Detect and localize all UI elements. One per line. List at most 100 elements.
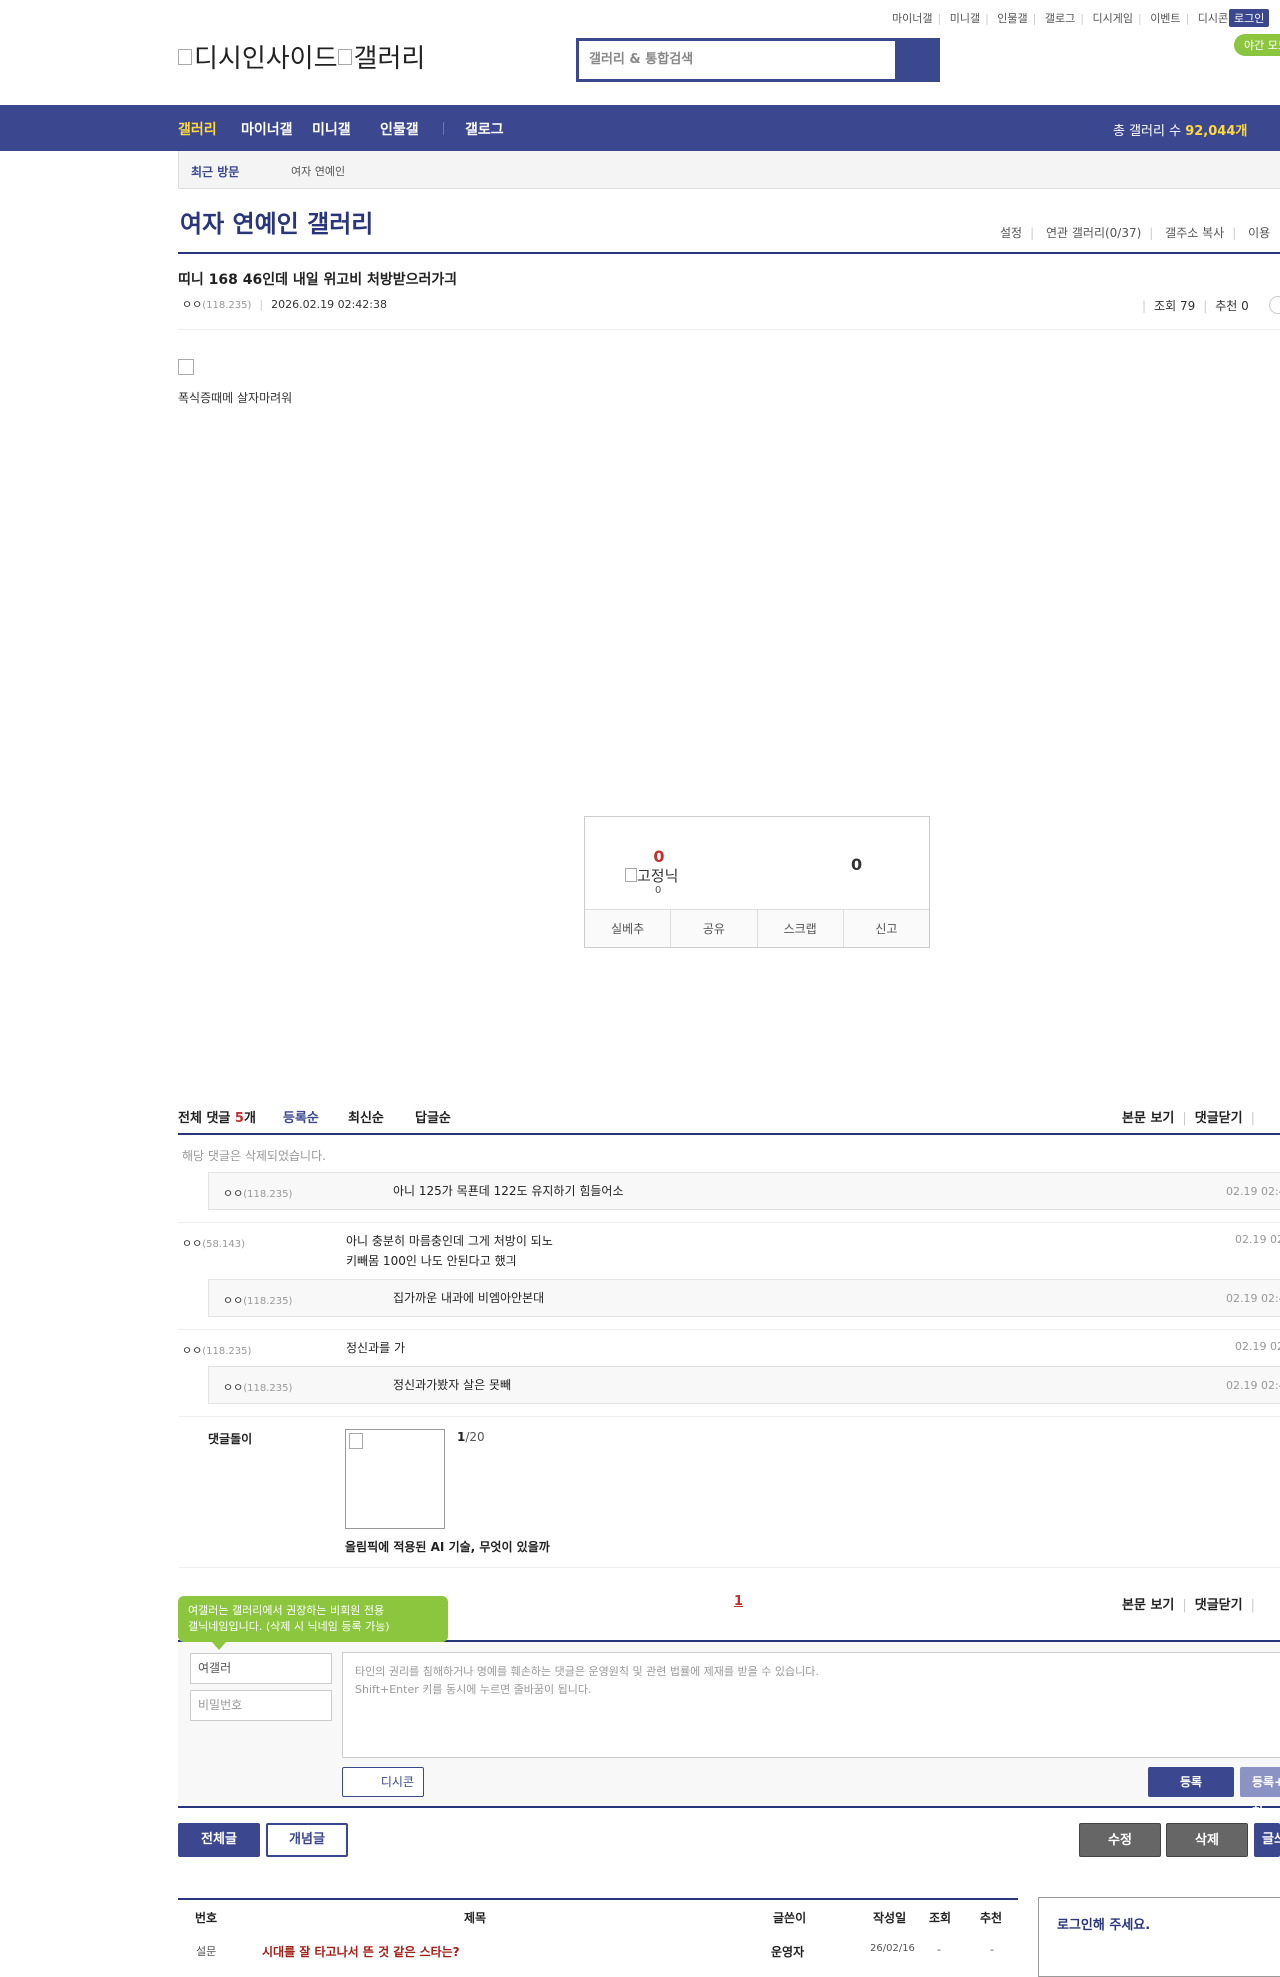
login-box: 로그인해 주세요. — [1038, 1897, 1280, 1977]
comment-writer[interactable]: ㅇㅇ(58.143) — [182, 1235, 245, 1251]
comment-writer[interactable]: ㅇㅇ(118.235) — [182, 1342, 251, 1358]
close-comments-link[interactable]: 댓글닫기 — [1195, 1111, 1243, 1126]
gallery-title[interactable]: 여자 연예인 갤러리 — [180, 204, 373, 239]
list-header-num: 번호 — [195, 1911, 218, 1925]
gnb-minor[interactable]: 마이너갤 — [241, 119, 293, 139]
divider — [178, 1329, 1280, 1330]
report-button[interactable]: 신고 — [843, 910, 929, 947]
list-row-date: 26/02/16 — [870, 1943, 915, 1954]
util-link-event[interactable]: 이벤트 — [1150, 12, 1180, 25]
edit-button[interactable]: 수정 — [1079, 1823, 1161, 1857]
search-button[interactable] — [895, 41, 937, 79]
comment-reply: ㅇㅇ(118.235) 정신과가봤자 살은 못빼 02.19 02:46 — [208, 1366, 1280, 1404]
util-link-person[interactable]: 인물갤 — [997, 12, 1027, 25]
recent-visit-item[interactable]: 여자 연예인 — [291, 163, 345, 179]
recommend-down-count: 0 — [851, 855, 863, 874]
comment-writer[interactable]: ㅇㅇ(118.235) — [223, 1379, 292, 1395]
share-button[interactable]: 공유 — [671, 910, 758, 947]
util-link-minor[interactable]: 마이너갤 — [892, 12, 932, 25]
divider — [178, 1222, 1280, 1223]
logo-alt-gallery: 갤러리 — [353, 44, 426, 74]
broken-image-icon — [178, 49, 192, 65]
gnb-person[interactable]: 인물갤 — [380, 119, 419, 139]
comment-date: 02.19 02:43 — [1226, 1185, 1280, 1198]
list-row-title[interactable]: 시대를 잘 타고나서 뜬 것 같은 스타는? — [262, 1943, 460, 1960]
all-posts-button[interactable]: 전체글 — [178, 1823, 260, 1857]
sort-tab-latest[interactable]: 최신순 — [348, 1107, 384, 1126]
list-top-border — [178, 1898, 1018, 1900]
list-row-writer[interactable]: 운영자 — [771, 1943, 804, 1960]
comment-text: 정신과가봤자 살은 못빼 — [393, 1378, 512, 1392]
more-options-button[interactable] — [1269, 296, 1280, 314]
nickname-input[interactable]: 여갤러 — [190, 1653, 332, 1684]
util-link-gallog[interactable]: 갤로그 — [1045, 12, 1075, 25]
concept-posts-button[interactable]: 개념글 — [266, 1823, 348, 1857]
list-header-writer: 글쓴이 — [773, 1911, 807, 1925]
util-link-game[interactable]: 디시게임 — [1092, 12, 1132, 25]
comment-writer[interactable]: ㅇㅇ(118.235) — [223, 1292, 292, 1308]
comment-dol-label: 댓글돌이 — [208, 1432, 253, 1446]
recommend-actions: 실베추 공유 스크랩 신고 — [585, 909, 929, 947]
search-input[interactable]: 갤러리 & 통합검색 — [579, 41, 897, 79]
gnb-gallery[interactable]: 갤러리 — [178, 119, 217, 139]
delete-button[interactable]: 삭제 — [1166, 1823, 1248, 1857]
fixed-nick-recommend: 고정닉 — [625, 865, 678, 886]
close-comments-link[interactable]: 댓글닫기 — [1195, 1598, 1243, 1613]
write-button[interactable]: 글쓰기 — [1254, 1823, 1280, 1857]
login-prompt[interactable]: 로그인해 주세요. — [1057, 1914, 1150, 1933]
comment-date: 02.19 02:44 — [1235, 1233, 1280, 1246]
recent-visit-label: 최근 방문 — [191, 165, 240, 179]
view-count: 조회 79 — [1154, 299, 1196, 313]
post-body: 폭식증때메 살자마려워 — [178, 391, 293, 405]
divider — [178, 1416, 1280, 1417]
comment-writer[interactable]: ㅇㅇ(118.235) — [223, 1185, 292, 1201]
comment-dol-caption[interactable]: 올림픽에 적용된 AI 기술, 무엇이 있을까 — [345, 1538, 550, 1555]
util-link-dccon[interactable]: 디시콘 — [1198, 12, 1228, 25]
recommend-up-count: 0 — [653, 847, 665, 866]
util-links: 마이너갤 | 미니갤 | 인물갤 | 갤로그 | 디시게임 | 이벤트 | 디시콘 — [892, 12, 1229, 25]
usage-link[interactable]: 이용 — [1248, 226, 1270, 240]
comment-date: 02.19 02:46 — [1226, 1379, 1280, 1392]
list-header-recs: 추천 — [980, 1911, 1003, 1925]
list-header-views: 조회 — [929, 1911, 952, 1925]
comment-total: 전체 댓글 5개 — [178, 1111, 256, 1126]
site-logo[interactable]: 디시인사이드 갤러리 — [178, 38, 425, 75]
post-writer[interactable]: ㅇㅇ(118.235) | 2026.02.19 02:42:38 — [182, 296, 387, 312]
related-gallery-link[interactable]: 연관 갤러리(0/37) — [1046, 226, 1141, 240]
gnb-gallog[interactable]: 갤로그 — [465, 119, 504, 139]
comment-dol-image[interactable] — [345, 1429, 445, 1529]
util-link-mini[interactable]: 미니갤 — [950, 12, 980, 25]
silbe-recommend-button[interactable]: 실베추 — [585, 910, 672, 947]
night-mode-button[interactable]: 야간 모드 — [1234, 34, 1280, 56]
divider — [178, 1133, 1280, 1135]
global-nav: 갤러리 마이너갤 미니갤 인물갤 갤로그 총 갤러리 수 92,044개 — [0, 105, 1280, 151]
broken-image-icon — [337, 49, 352, 65]
scrap-button[interactable]: 스크랩 — [757, 910, 844, 947]
comment-text: 집가까운 내과에 비엠아안본대 — [393, 1291, 545, 1305]
copy-address-link[interactable]: 갤주소 복사 — [1165, 226, 1224, 240]
view-body-link[interactable]: 본문 보기 — [1122, 1598, 1174, 1613]
sort-tab-registered[interactable]: 등록순 — [283, 1107, 319, 1126]
dccon-button[interactable]: 디시콘 — [342, 1767, 424, 1797]
comment-reply: ㅇㅇ(118.235) 아니 125가 목푠데 122도 유지하기 힘들어소 0… — [208, 1172, 1280, 1210]
recent-visit-bar: 최근 방문 여자 연예인 — [178, 151, 1280, 189]
login-button[interactable]: 로그인 — [1229, 9, 1270, 27]
post-date: 2026.02.19 02:42:38 — [271, 298, 388, 311]
sort-tab-replies[interactable]: 답글순 — [415, 1107, 451, 1126]
divider — [178, 252, 1280, 254]
comment-date: 02.19 02:44 — [1226, 1292, 1280, 1305]
gnb-mini[interactable]: 미니갤 — [312, 119, 351, 139]
list-header-date: 작성일 — [873, 1911, 907, 1925]
list-row-views: - — [937, 1943, 941, 1956]
gallery-settings-link[interactable]: 설정 — [1000, 226, 1022, 240]
comment-textarea[interactable]: 타인의 권리를 침해하거나 명예를 훼손하는 댓글은 운영원칙 및 관련 법률에… — [342, 1652, 1280, 1758]
register-button[interactable]: 등록 — [1148, 1767, 1234, 1797]
broken-image-icon — [349, 1433, 363, 1449]
view-body-link[interactable]: 본문 보기 — [1122, 1111, 1174, 1126]
comment-page-1[interactable]: 1 — [734, 1594, 743, 1609]
comment-bottom-links: 본문 보기 | 댓글닫기 | — [1122, 1598, 1255, 1613]
register-recommend-button[interactable]: 등록+추천 — [1240, 1767, 1280, 1819]
post-counts: | 조회 79 | 추천 0 — [1142, 299, 1249, 313]
divider — [178, 1567, 1280, 1568]
password-input[interactable]: 비밀번호 — [190, 1690, 332, 1721]
